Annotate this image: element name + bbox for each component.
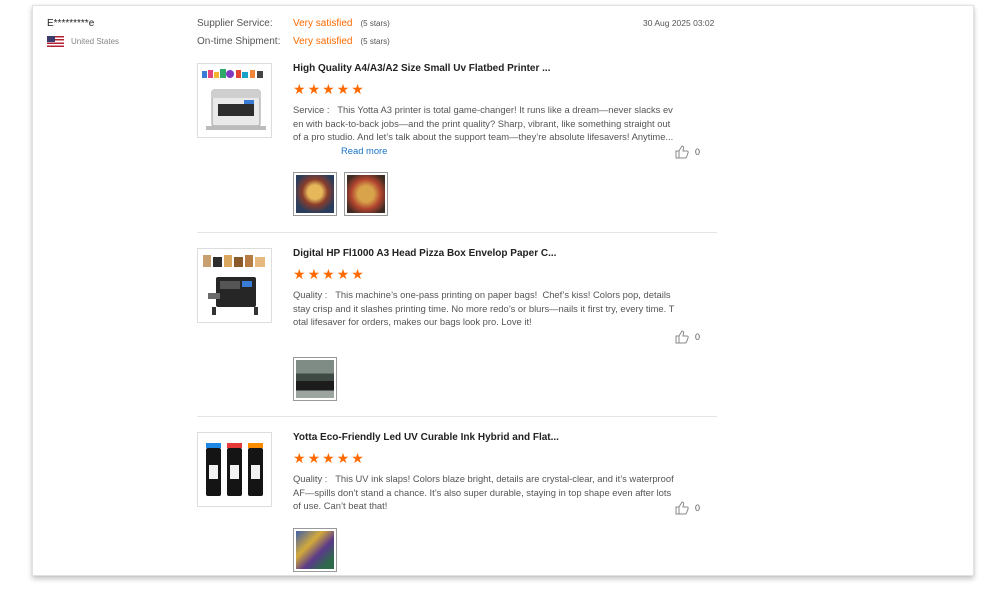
product-thumbnail[interactable] bbox=[197, 63, 272, 138]
product-review: Yotta Eco-Friendly Led UV Curable Ink Hy… bbox=[197, 432, 717, 577]
star-icon: ★ bbox=[351, 266, 364, 282]
rating-label: On-time Shipment: bbox=[197, 36, 281, 47]
ontime-shipment-rating: On-time Shipment: Very satisfied (5 star… bbox=[197, 36, 390, 47]
product-review: Digital HP Fl1000 A3 Head Pizza Box Enve… bbox=[197, 248, 717, 408]
rating-stars: (5 stars) bbox=[360, 37, 390, 46]
review-photos bbox=[293, 528, 337, 572]
review-text: Service : This Yotta A3 printer is total… bbox=[293, 103, 677, 157]
supplier-service-rating: Supplier Service: Very satisfied (5 star… bbox=[197, 18, 390, 29]
star-rating: ★ ★ ★ ★ ★ bbox=[293, 451, 364, 465]
review-photo[interactable] bbox=[293, 172, 337, 216]
star-icon: ★ bbox=[322, 266, 335, 282]
like-button[interactable]: 0 bbox=[675, 145, 700, 159]
star-icon: ★ bbox=[293, 266, 306, 282]
like-button[interactable]: 0 bbox=[675, 501, 700, 515]
star-rating: ★ ★ ★ ★ ★ bbox=[293, 82, 364, 96]
star-icon: ★ bbox=[322, 450, 335, 466]
review-photo[interactable] bbox=[344, 172, 388, 216]
product-title[interactable]: Yotta Eco-Friendly Led UV Curable Ink Hy… bbox=[293, 432, 559, 443]
divider bbox=[197, 416, 717, 417]
star-icon: ★ bbox=[336, 450, 350, 466]
product-thumbnail[interactable] bbox=[197, 248, 272, 323]
thumbs-up-icon[interactable] bbox=[675, 501, 689, 515]
review-photo[interactable] bbox=[293, 357, 337, 401]
star-rating: ★ ★ ★ ★ ★ bbox=[293, 267, 364, 281]
star-icon: ★ bbox=[293, 81, 306, 97]
like-count: 0 bbox=[695, 503, 701, 513]
like-count: 0 bbox=[695, 332, 701, 342]
star-icon: ★ bbox=[307, 450, 321, 466]
like-count: 0 bbox=[695, 147, 701, 157]
review-photos bbox=[293, 357, 337, 401]
rating-label: Supplier Service: bbox=[197, 18, 273, 29]
star-icon: ★ bbox=[307, 266, 321, 282]
review-photo[interactable] bbox=[293, 528, 337, 572]
like-button[interactable]: 0 bbox=[675, 330, 700, 344]
product-thumbnail[interactable] bbox=[197, 432, 272, 507]
review-text: Quality : This UV ink slaps! Colors blaz… bbox=[293, 473, 674, 512]
review-photos bbox=[293, 172, 388, 216]
review-date: 30 Aug 2025 03:02 bbox=[643, 18, 715, 28]
country-label: United States bbox=[71, 37, 120, 46]
us-flag-icon bbox=[47, 36, 64, 47]
rating-stars: (5 stars) bbox=[360, 19, 390, 28]
star-icon: ★ bbox=[322, 81, 335, 97]
rating-value: Very satisfied bbox=[293, 18, 353, 29]
star-icon: ★ bbox=[351, 450, 364, 466]
read-more-link[interactable]: Read more bbox=[341, 145, 387, 156]
star-icon: ★ bbox=[336, 81, 350, 97]
star-icon: ★ bbox=[307, 81, 321, 97]
reviewer-country: United States bbox=[47, 36, 119, 47]
product-review: High Quality A4/A3/A2 Size Small Uv Flat… bbox=[197, 63, 717, 223]
reviewer-name: E*********e bbox=[47, 18, 95, 29]
star-icon: ★ bbox=[293, 450, 306, 466]
rating-value: Very satisfied bbox=[293, 36, 353, 47]
product-title[interactable]: High Quality A4/A3/A2 Size Small Uv Flat… bbox=[293, 63, 550, 74]
divider bbox=[197, 232, 717, 233]
thumbs-up-icon[interactable] bbox=[675, 330, 689, 344]
thumbs-up-icon[interactable] bbox=[675, 145, 689, 159]
review-text: Quality : This machine’s one-pass printi… bbox=[293, 289, 675, 328]
review-body: Service : This Yotta A3 printer is total… bbox=[293, 104, 674, 143]
star-icon: ★ bbox=[336, 266, 350, 282]
product-title[interactable]: Digital HP Fl1000 A3 Head Pizza Box Enve… bbox=[293, 248, 556, 259]
star-icon: ★ bbox=[351, 81, 364, 97]
